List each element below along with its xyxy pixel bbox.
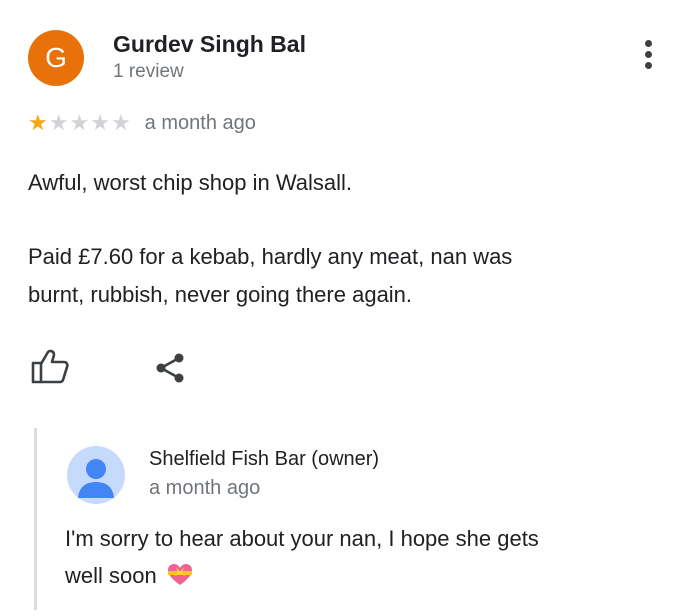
heart-with-ribbon-icon — [167, 564, 192, 585]
reply-text-line: I'm sorry to hear about your nan, I hope… — [65, 526, 539, 551]
share-icon[interactable] — [152, 352, 188, 384]
reply-text-line-2: well soon — [65, 557, 665, 594]
star-filled-icon: ★ — [28, 110, 48, 135]
review-text-line: burnt, rubbish, never going there again. — [28, 282, 413, 307]
reply-text-line: well soon — [65, 563, 157, 588]
more-vertical-icon[interactable] — [636, 40, 660, 80]
review-text-paragraph-1: Awful, worst chip shop in Walsall. — [28, 170, 353, 195]
review-time: a month ago — [144, 111, 256, 134]
author-initial: G — [45, 42, 67, 73]
star-rating: ★ ★ ★ ★ ★ — [28, 112, 131, 134]
author-avatar[interactable]: G — [28, 30, 84, 86]
owner-avatar-icon[interactable] — [67, 446, 125, 504]
thumbs-up-icon[interactable] — [30, 348, 70, 384]
owner-reply: Shelfield Fish Bar (owner) a month ago I… — [34, 428, 677, 610]
star-empty-icon: ★ — [69, 110, 90, 135]
review-card: G Gurdev Singh Bal 1 review ★ ★ ★ ★ ★ a mont… — [0, 0, 700, 616]
star-empty-icon: ★ — [110, 110, 131, 135]
owner-reply-time: a month ago — [149, 477, 261, 499]
review-text-paragraph-2: Paid £7.60 for a kebab, hardly any meat,… — [28, 238, 668, 314]
rating-row: ★ ★ ★ ★ ★ a month ago — [28, 109, 256, 137]
owner-name[interactable]: Shelfield Fish Bar (owner) — [149, 448, 379, 471]
star-empty-icon: ★ — [90, 110, 110, 135]
author-name[interactable]: Gurdev Singh Bal — [113, 31, 306, 58]
author-review-count: 1 review — [113, 61, 184, 82]
owner-reply-text: I'm sorry to hear about your nan, I hope… — [65, 520, 665, 594]
star-empty-icon: ★ — [48, 110, 69, 135]
review-text-line: Paid £7.60 for a kebab, hardly any meat,… — [28, 244, 513, 269]
